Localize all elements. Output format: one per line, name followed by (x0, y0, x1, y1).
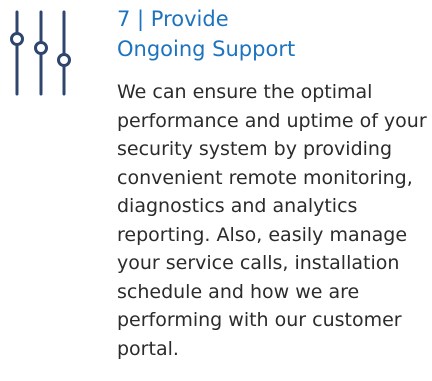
sliders-icon (10, 10, 71, 96)
step-title: 7 | Provide Ongoing Support (117, 4, 429, 64)
step-content: 7 | Provide Ongoing Support We can ensur… (117, 4, 429, 363)
slider-knob (34, 41, 48, 55)
step-title-line1: 7 | Provide (117, 7, 229, 31)
slider-knob (57, 53, 71, 67)
step-description: We can ensure the optimal performance an… (117, 81, 427, 360)
step-title-line2: Ongoing Support (117, 37, 296, 61)
slider-knob (10, 32, 24, 46)
